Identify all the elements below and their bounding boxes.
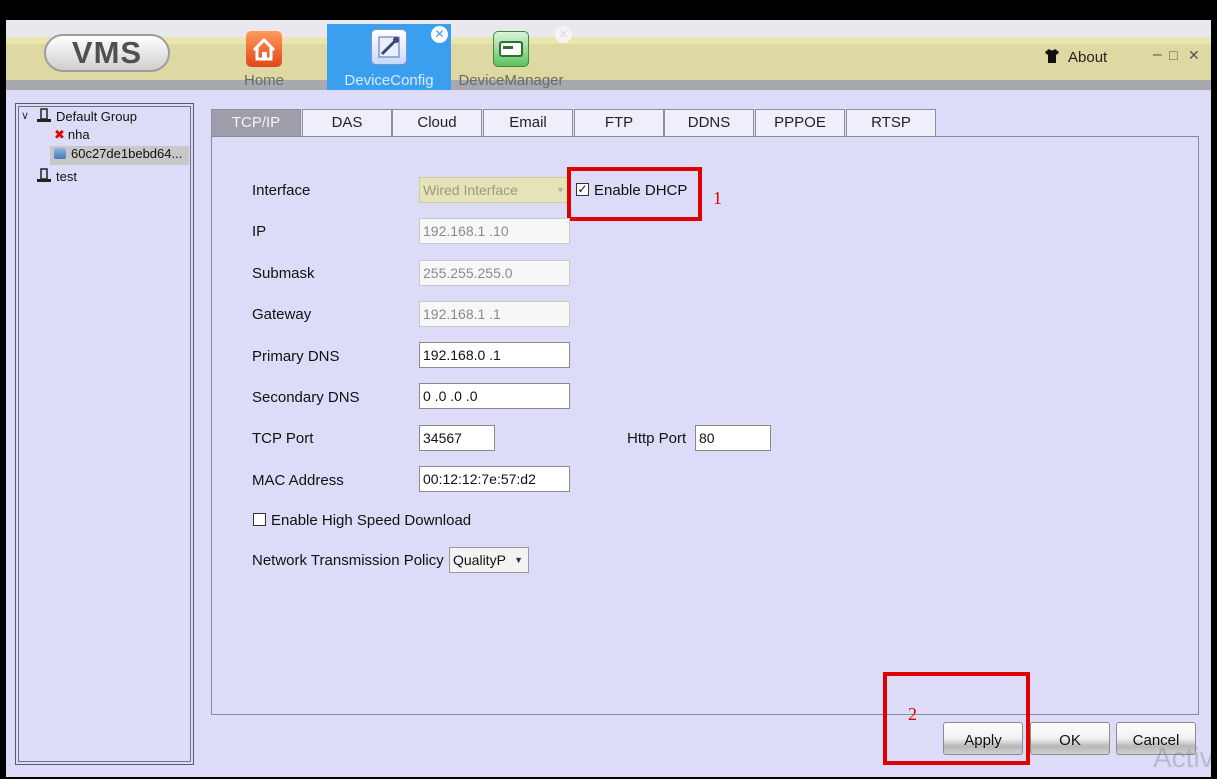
app-logo: VMS: [44, 34, 170, 72]
device-icon: [54, 148, 66, 159]
http-port-label: Http Port: [627, 430, 687, 447]
mac-address-input[interactable]: 00:12:12:7e:57:d2: [419, 466, 570, 492]
secondary-dns-input[interactable]: 0 .0 .0 .0: [419, 383, 570, 409]
nav-device-manager-label: DeviceManager: [458, 72, 564, 89]
high-speed-download-checkbox[interactable]: [253, 513, 266, 526]
about-label: About: [1068, 49, 1108, 66]
tree-item-device[interactable]: 60c27de1bebd64...: [50, 146, 189, 165]
close-window-button[interactable]: ✕: [1188, 47, 1200, 64]
transmission-policy-value: QualityP: [453, 552, 506, 568]
submask-input[interactable]: 255.255.255.0: [419, 260, 570, 286]
tcp-port-label: TCP Port: [252, 430, 314, 447]
secondary-dns-label: Secondary DNS: [252, 389, 360, 406]
tree-item-label: nha: [67, 127, 90, 142]
transmission-policy-label: Network Transmission Policy: [252, 552, 444, 569]
tree-group-default[interactable]: Default Group: [36, 108, 137, 126]
tree-group-label: Default Group: [56, 109, 137, 124]
tcp-port-input[interactable]: 34567: [419, 425, 495, 451]
ip-label: IP: [252, 223, 267, 240]
annotation-label-1: 1: [713, 188, 722, 208]
device-tree[interactable]: ∨ Default Group ✖ nha 60c27de1bebd64... t…: [15, 103, 194, 765]
transmission-policy-select[interactable]: QualityP ▼: [449, 547, 529, 573]
chevron-down-icon: ▼: [514, 555, 523, 565]
activation-watermark: Activ: [1153, 742, 1211, 773]
interface-value: Wired Interface: [423, 182, 518, 198]
http-port-input[interactable]: 80: [695, 425, 771, 451]
interface-select[interactable]: Wired Interface ▼: [419, 177, 570, 203]
interface-label: Interface: [252, 182, 311, 199]
apply-button[interactable]: Apply: [943, 722, 1023, 755]
ip-input[interactable]: 192.168.1 .10: [419, 218, 570, 244]
tab-ddns[interactable]: DDNS: [664, 109, 754, 136]
annotation-label-2: 2: [908, 704, 917, 724]
app-window: VMS Home DeviceConfig ✕ DeviceManager ✕ …: [6, 20, 1211, 777]
chevron-down-icon: ▼: [556, 185, 565, 195]
close-tab-icon[interactable]: ✕: [555, 26, 572, 43]
close-tab-icon[interactable]: ✕: [431, 26, 448, 43]
tab-ftp[interactable]: FTP: [574, 109, 664, 136]
high-speed-download-label: Enable High Speed Download: [271, 512, 472, 529]
shirt-icon: [1044, 48, 1060, 64]
group-icon: [36, 108, 52, 126]
ok-button[interactable]: OK: [1030, 722, 1110, 755]
primary-dns-label: Primary DNS: [252, 348, 340, 365]
group-icon: [36, 168, 52, 186]
maximize-button[interactable]: □: [1169, 47, 1177, 63]
mac-address-label: MAC Address: [252, 472, 344, 489]
device-config-icon: [371, 29, 407, 65]
nav-home-label: Home: [243, 72, 284, 89]
header-bar: VMS Home DeviceConfig ✕ DeviceManager ✕ …: [6, 20, 1211, 90]
tree-group-test[interactable]: test: [36, 168, 77, 186]
nav-device-config-label: DeviceConfig: [344, 72, 434, 89]
annotation-box-1: [567, 167, 702, 221]
tab-tcp-ip[interactable]: TCP/IP: [211, 109, 301, 136]
tab-email[interactable]: Email: [483, 109, 573, 136]
tree-item-nha[interactable]: ✖ nha: [54, 127, 90, 143]
tree-item-label: 60c27de1bebd64...: [71, 146, 183, 161]
tab-rtsp[interactable]: RTSP: [846, 109, 936, 136]
tab-das[interactable]: DAS: [302, 109, 392, 136]
chevron-down-icon[interactable]: ∨: [21, 109, 29, 122]
device-manager-icon: [493, 31, 529, 67]
minimize-button[interactable]: –: [1153, 46, 1162, 64]
tab-cloud[interactable]: Cloud: [392, 109, 482, 136]
tree-group-label: test: [56, 169, 77, 184]
nav-home[interactable]: Home: [202, 26, 326, 90]
tab-pppoe[interactable]: PPPOE: [755, 109, 845, 136]
home-icon: [246, 31, 282, 67]
offline-x-icon: ✖: [54, 127, 65, 142]
gateway-input[interactable]: 192.168.1 .1: [419, 301, 570, 327]
primary-dns-input[interactable]: 192.168.0 .1: [419, 342, 570, 368]
submask-label: Submask: [252, 265, 315, 282]
about-button[interactable]: About: [1044, 48, 1107, 66]
gateway-label: Gateway: [252, 306, 312, 323]
device-tree-border: [18, 106, 191, 762]
